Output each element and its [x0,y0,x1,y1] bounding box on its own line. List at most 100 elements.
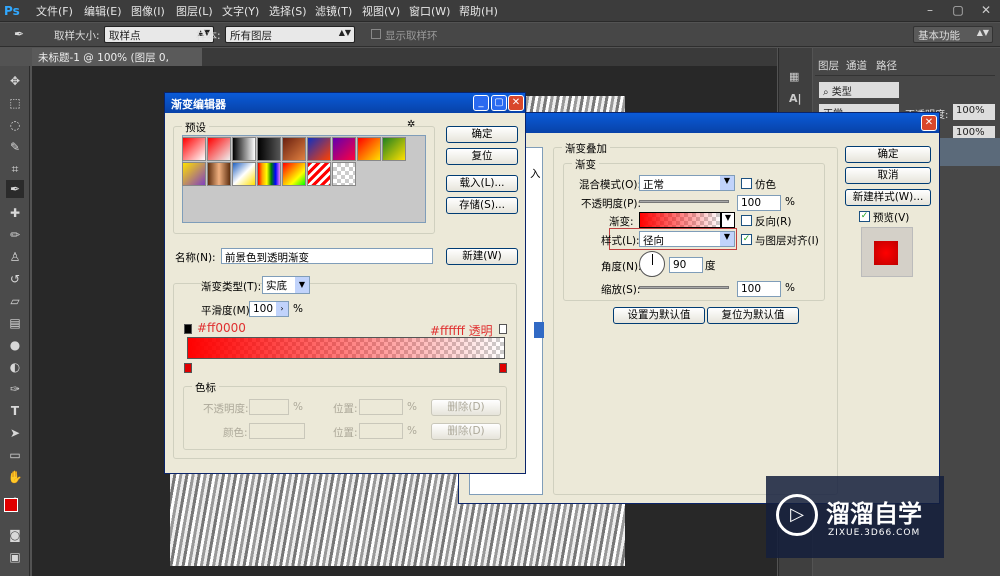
menu-select[interactable]: 选择(S) [269,3,307,19]
preset-swatch[interactable] [207,162,231,186]
maximize-icon[interactable]: ▢ [491,95,507,111]
tab-layers[interactable]: 图层 [818,58,839,73]
quick-select-tool-icon[interactable]: ✎ [6,138,24,156]
lasso-tool-icon[interactable]: ◌ [6,116,24,134]
menu-filter[interactable]: 滤镜(T) [315,3,352,19]
show-ring-checkbox[interactable] [371,29,381,39]
gradient-dropdown-icon[interactable]: ▼ [721,212,735,228]
presets-gear-icon[interactable]: ✲ [407,119,415,130]
smoothness-input[interactable]: 100 › [249,301,289,317]
preset-swatch[interactable] [332,137,356,161]
preset-swatch[interactable] [282,137,306,161]
history-panel-icon[interactable]: ▦ [789,70,799,83]
minimize-icon[interactable]: _ [473,95,489,111]
dodge-tool-icon[interactable]: ◐ [6,358,24,376]
document-tab[interactable]: 未标题-1 @ 100% (图层 0, RGB/8) * [32,48,202,77]
opacity-stop-right[interactable] [499,324,507,334]
preset-swatch[interactable] [307,137,331,161]
gradient-reset-button[interactable]: 复位 [446,148,518,165]
quick-mask-icon[interactable]: ◙ [6,526,24,544]
preset-swatch[interactable] [207,137,231,161]
preset-swatch[interactable] [182,137,206,161]
type-tool-icon[interactable]: T [6,402,24,420]
layer-kind-filter[interactable]: ⌕ 类型 [819,82,899,98]
menu-file[interactable]: 文件(F) [36,3,73,19]
scale-slider[interactable] [639,286,729,289]
minimize-button[interactable]: – [916,0,944,20]
layer-style-close-icon[interactable]: ✕ [921,115,937,131]
opacity-input[interactable]: 100 [737,195,781,211]
styles-list-item[interactable]: 入 [530,166,541,181]
layer-opacity-input[interactable]: 100% [953,104,995,120]
healing-tool-icon[interactable]: ✚ [6,204,24,222]
move-tool-icon[interactable]: ✥ [6,72,24,90]
brush-tool-icon[interactable]: ✏ [6,226,24,244]
tab-paths[interactable]: 路径 [876,58,897,73]
scale-input[interactable]: 100 [737,281,781,297]
style-select[interactable]: 径向 ▼ [639,231,735,247]
menu-window[interactable]: 窗口(W) [409,3,450,19]
eraser-tool-icon[interactable]: ▱ [6,292,24,310]
gradient-type-select[interactable]: 实底 ▼ [262,276,310,294]
angle-dial[interactable] [639,251,665,277]
preset-swatch[interactable] [307,162,331,186]
preset-swatch[interactable] [232,162,256,186]
preset-swatch[interactable] [282,162,306,186]
dither-checkbox[interactable] [741,178,752,189]
screen-mode-icon[interactable]: ▣ [6,548,24,566]
sample-select[interactable]: 所有图层 ▲▼ [225,26,355,43]
maximize-button[interactable]: ▢ [944,0,972,20]
hand-tool-icon[interactable]: ✋ [6,468,24,486]
marquee-tool-icon[interactable]: ⬚ [6,94,24,112]
color-stop-left[interactable] [184,363,192,373]
styles-list-selected[interactable] [534,322,544,338]
crop-tool-icon[interactable]: ⌗ [6,160,24,178]
menu-view[interactable]: 视图(V) [362,3,400,19]
preset-swatch[interactable] [257,137,281,161]
preset-swatch[interactable] [257,162,281,186]
path-select-tool-icon[interactable]: ➤ [6,424,24,442]
menu-type[interactable]: 文字(Y) [222,3,259,19]
blur-tool-icon[interactable]: ● [6,336,24,354]
color-stop-right[interactable] [499,363,507,373]
gradient-tool-icon[interactable]: ▤ [6,314,24,332]
preset-swatch[interactable] [332,162,356,186]
preset-swatch[interactable] [382,137,406,161]
preset-swatch[interactable] [232,137,256,161]
eyedropper-tool-icon[interactable]: ✒ [6,180,24,198]
eyedropper-icon[interactable]: ✒ [14,27,24,41]
opacity-stop-left[interactable] [184,324,192,334]
preset-swatch[interactable] [182,162,206,186]
pen-tool-icon[interactable]: ✑ [6,380,24,398]
history-brush-icon[interactable]: ↺ [6,270,24,288]
gradient-load-button[interactable]: 载入(L)... [446,175,518,192]
character-panel-icon[interactable]: A| [789,92,802,105]
tab-channels[interactable]: 通道 [846,58,867,73]
new-style-button[interactable]: 新建样式(W)... [845,189,931,206]
angle-input[interactable]: 90 [669,257,703,273]
gradient-new-button[interactable]: 新建(W) [446,248,518,265]
preview-checkbox[interactable]: ✓ [859,211,870,222]
opacity-slider[interactable] [639,200,729,203]
shape-tool-icon[interactable]: ▭ [6,446,24,464]
gradient-bar[interactable] [187,337,505,359]
gradient-editor-close-icon[interactable]: ✕ [508,95,524,111]
preset-swatch[interactable] [357,137,381,161]
menu-image[interactable]: 图像(I) [131,3,165,19]
set-default-button[interactable]: 设置为默认值 [613,307,705,324]
gradient-name-input[interactable]: 前景色到透明渐变 [221,248,433,264]
workspace-select[interactable]: 基本功能 ▲▼ [913,26,993,43]
layer-style-cancel-button[interactable]: 取消 [845,167,931,184]
reset-default-button[interactable]: 复位为默认值 [707,307,799,324]
blend-mode-select[interactable]: 正常 ▼ [639,175,735,191]
gradient-save-button[interactable]: 存储(S)... [446,197,518,214]
align-checkbox[interactable]: ✓ [741,234,752,245]
stamp-tool-icon[interactable]: ♙ [6,248,24,266]
gradient-preview-bar[interactable] [639,212,721,228]
layer-style-ok-button[interactable]: 确定 [845,146,931,163]
gradient-ok-button[interactable]: 确定 [446,126,518,143]
foreground-color-swatch[interactable] [4,498,18,512]
menu-layer[interactable]: 图层(L) [176,3,213,19]
menu-help[interactable]: 帮助(H) [459,3,498,19]
menu-edit[interactable]: 编辑(E) [84,3,122,19]
